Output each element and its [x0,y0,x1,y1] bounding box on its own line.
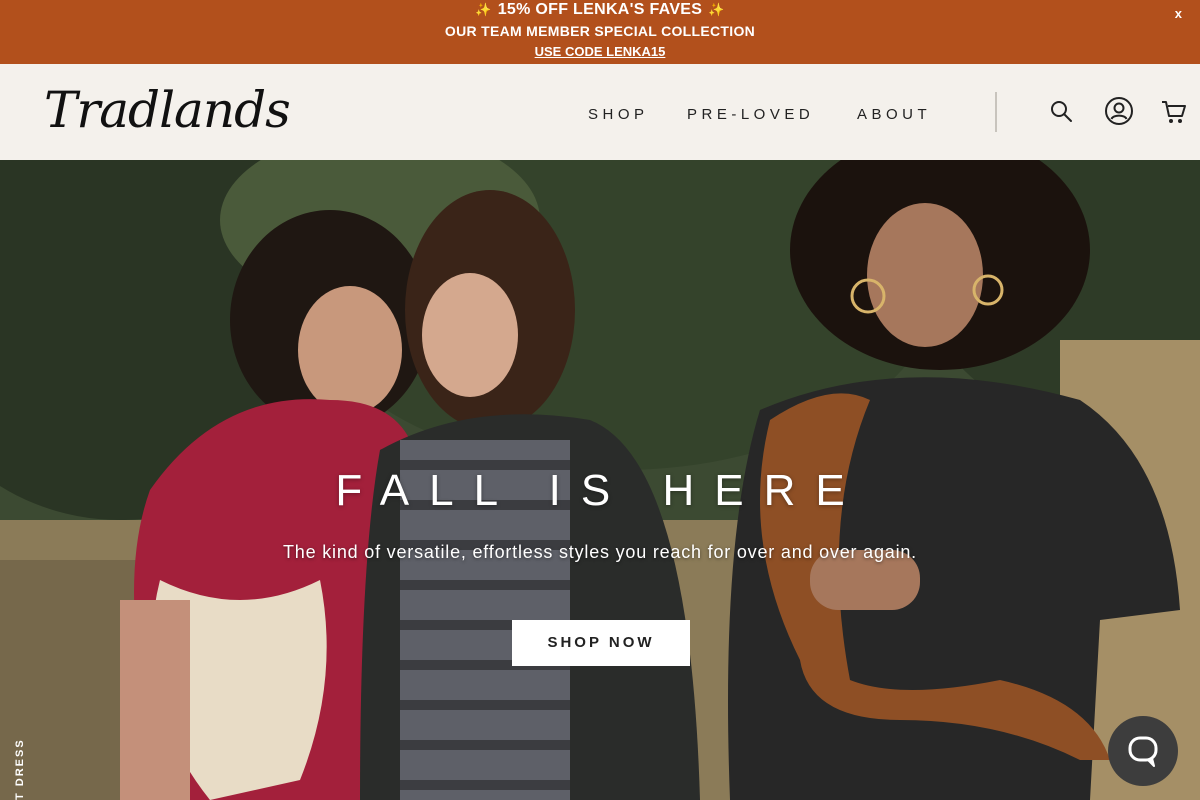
nav-pre-loved[interactable]: PRE-LOVED [687,106,814,123]
promo-code: USE CODE LENKA15 [0,44,1200,59]
chat-bubble-icon [1128,736,1158,767]
hero-banner[interactable]: FALL IS HERE The kind of versatile, effo… [0,160,1200,800]
search-icon[interactable] [1048,98,1076,126]
brand-logo[interactable]: Tradlands [44,68,291,152]
nav-about[interactable]: ABOUT [857,106,931,123]
cart-icon[interactable] [1160,98,1188,126]
promo-headline-text: 15% OFF LENKA'S FAVES [497,1,703,18]
chat-button[interactable] [1108,716,1178,786]
promo-code-link[interactable]: USE CODE LENKA15 [535,44,666,59]
account-icon[interactable] [1104,96,1134,126]
hero-subtitle: The kind of versatile, effortless styles… [283,542,917,562]
nav-shop[interactable]: SHOP [588,106,649,123]
promo-headline: ✨ 15% OFF LENKA'S FAVES ✨ [0,1,1200,19]
header-divider [995,92,997,132]
close-promo-button[interactable]: x [1175,6,1182,21]
hero-title: FALL IS HERE [335,466,865,515]
sparkle-icon: ✨ [475,2,492,17]
site-header: Tradlands SHOP PRE-LOVED ABOUT [0,64,1200,160]
promo-subheadline: OUR TEAM MEMBER SPECIAL COLLECTION [444,23,756,39]
side-product-tag[interactable]: T DRESS [14,738,26,800]
promo-banner: ✨ 15% OFF LENKA'S FAVES ✨ OUR TEAM MEMBER … [0,0,1200,64]
sparkle-icon: ✨ [708,2,725,17]
shop-now-button[interactable]: SHOP NOW [512,620,690,666]
